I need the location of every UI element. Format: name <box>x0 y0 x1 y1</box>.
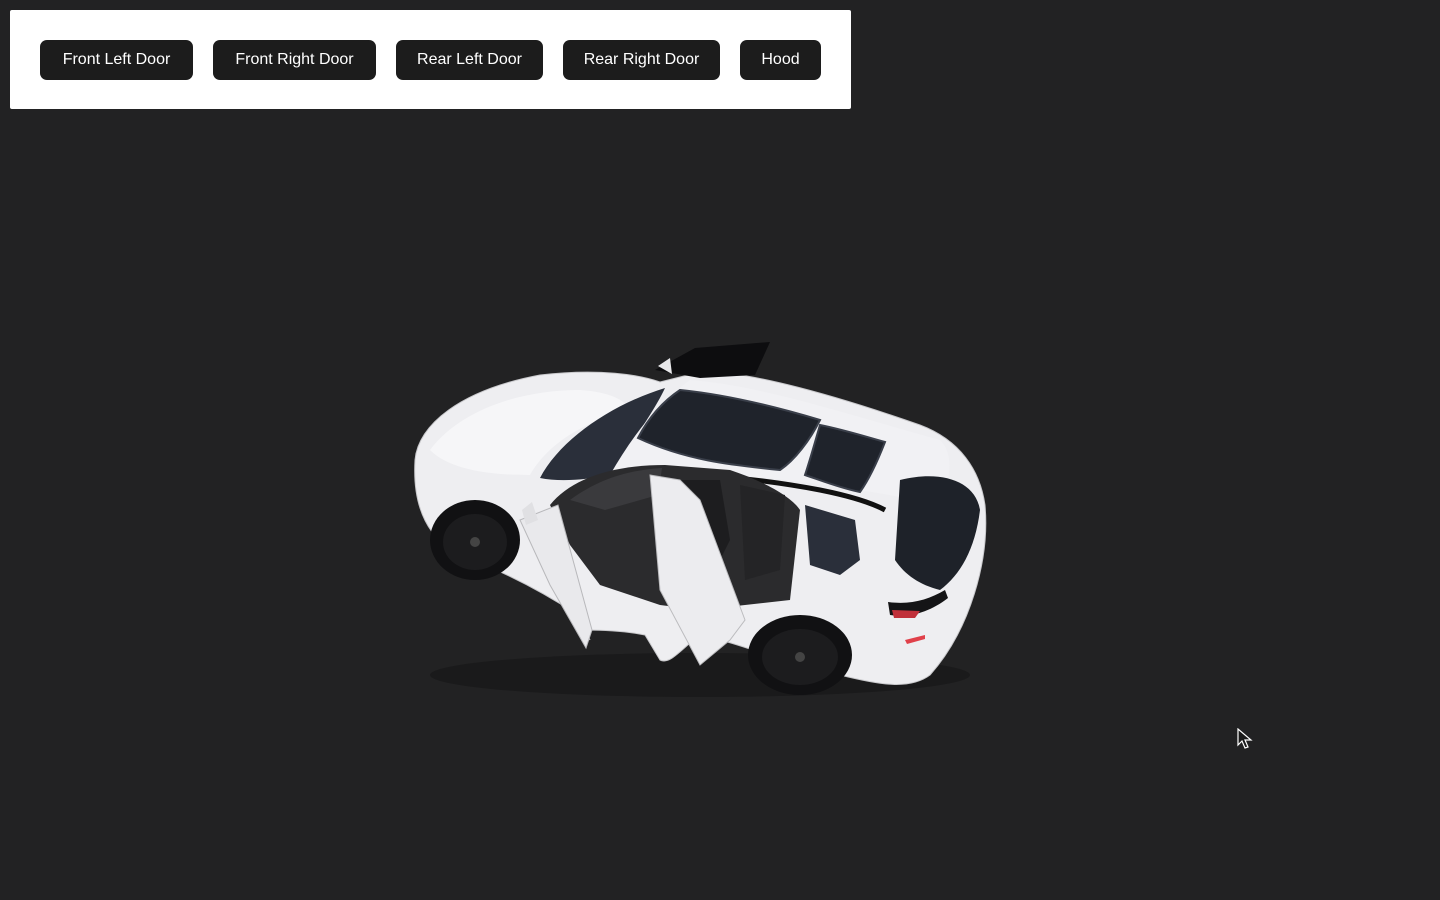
rear-wheel <box>748 615 852 695</box>
mouse-pointer-icon <box>1237 728 1253 749</box>
front-right-door-button[interactable]: Front Right Door <box>213 40 376 80</box>
open-door-top <box>655 342 770 378</box>
hood-button[interactable]: Hood <box>740 40 821 80</box>
tail-light <box>892 610 920 618</box>
front-left-door-button[interactable]: Front Left Door <box>40 40 193 80</box>
rear-right-door-button[interactable]: Rear Right Door <box>563 40 720 80</box>
front-wheel <box>430 500 520 580</box>
seat-rear <box>740 485 785 580</box>
car-model-icon[interactable] <box>400 330 1000 710</box>
rear-left-door-button[interactable]: Rear Left Door <box>396 40 543 80</box>
3d-viewport[interactable]: Front Left Door Front Right Door Rear Le… <box>0 0 1440 900</box>
door-controls-panel: Front Left Door Front Right Door Rear Le… <box>10 10 851 109</box>
